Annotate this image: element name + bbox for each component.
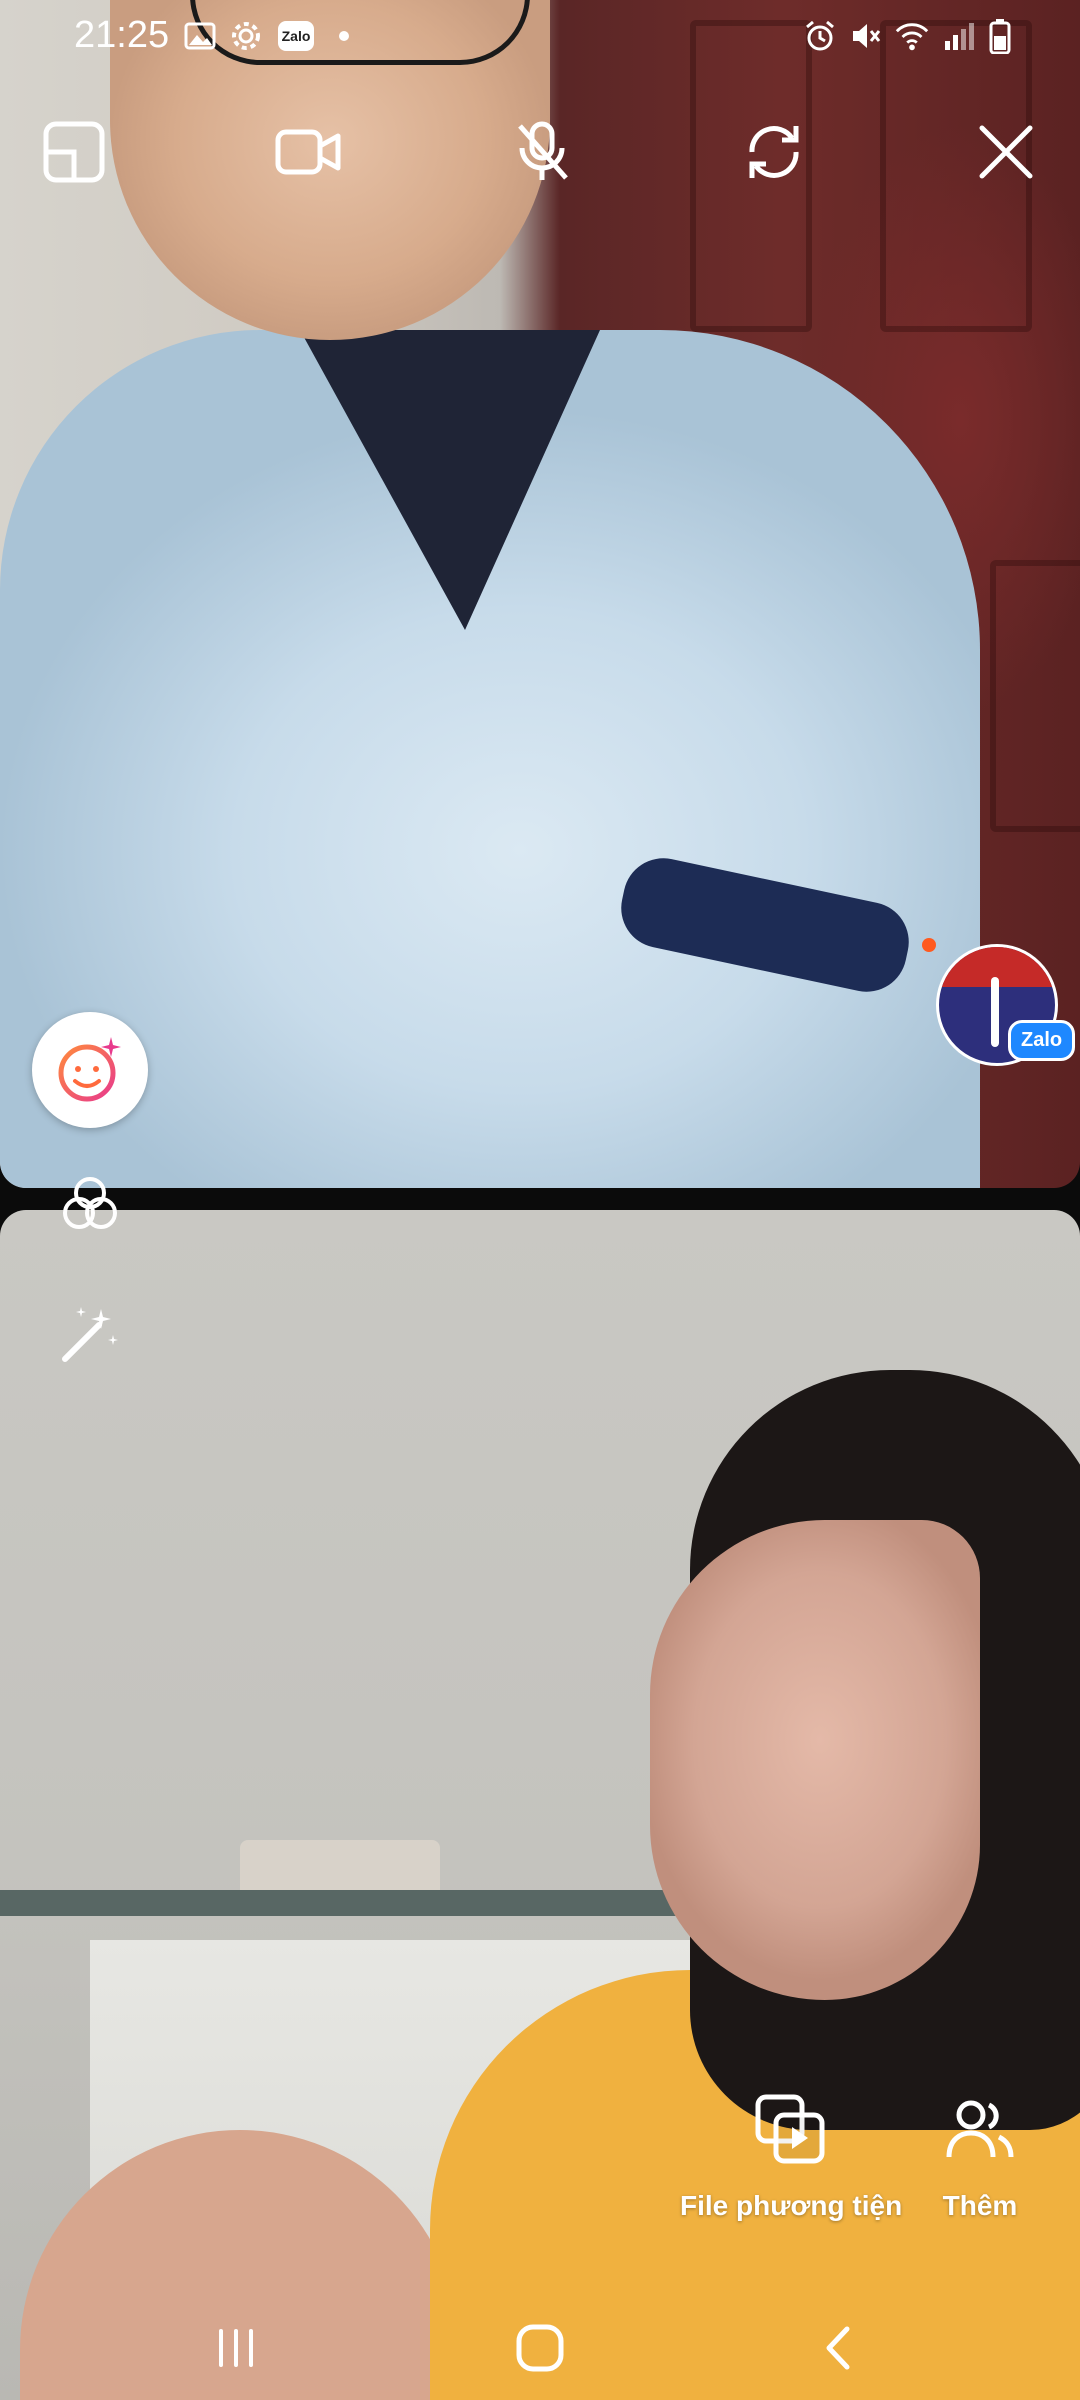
add-people-icon [940,2090,1020,2170]
more-label: Thêm [942,2190,1018,2221]
back-icon [826,2326,850,2370]
switch-camera-button[interactable] [734,112,814,192]
layout-toggle-button[interactable] [34,112,114,192]
rotate-camera-icon [749,126,799,178]
home-button[interactable] [500,2308,580,2388]
media-files-label: File phương tiện [680,2190,903,2221]
settings-icon [228,18,264,54]
beauty-button[interactable] [32,1012,148,1128]
notification-dot-icon [326,18,362,54]
microphone-toggle-button[interactable] [502,112,582,192]
gallery-icon [182,18,218,54]
person-face [650,1520,980,2000]
door-panel [990,560,1080,832]
zalo-notification-icon: Zalo [278,18,314,54]
pip-layout-icon [43,121,105,183]
status-bar: 21:25 Zalo [0,0,1080,74]
media-file-icon [751,2090,831,2170]
end-call-button[interactable] [966,112,1046,192]
filters-button[interactable] [50,1164,130,1244]
system-navigation-bar [0,2280,1080,2400]
mic-off-icon [518,121,568,180]
more-button[interactable]: Thêm [940,2090,1020,2222]
recent-apps-button[interactable] [196,2308,276,2388]
mute-icon [848,18,884,54]
signal-icon [940,18,976,54]
zalo-badge: Zalo [1008,1020,1076,1061]
magic-wand-icon [62,1307,118,1362]
online-indicator [922,938,936,952]
wifi-icon [894,18,930,54]
video-camera-icon [275,129,341,175]
battery-icon [982,18,1018,54]
media-files-button[interactable]: File phương tiện [680,2090,902,2222]
status-time: 21:25 [74,14,170,56]
magic-button[interactable] [50,1294,130,1374]
alarm-icon [802,18,838,54]
video-toggle-button[interactable] [268,112,348,192]
home-icon [516,2324,564,2372]
local-video-feed[interactable] [0,1210,1080,2400]
back-button[interactable] [800,2308,880,2388]
filter-circles-icon [63,1177,117,1229]
remote-avatar[interactable]: Zalo [922,938,1076,1066]
close-icon [979,125,1033,179]
beauty-face-icon [58,1037,121,1102]
recent-apps-icon [219,2329,253,2367]
